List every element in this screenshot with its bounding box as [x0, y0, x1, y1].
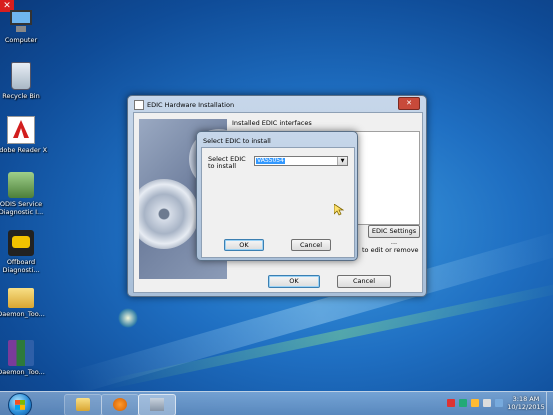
edic-app-icon — [150, 398, 164, 411]
clock[interactable]: 3:18 AM 10/12/2015 — [507, 395, 545, 411]
select-edic-label: Select EDIC to install — [208, 155, 246, 170]
folder-icon — [8, 288, 34, 308]
desktop-icon-label: Recycle Bin — [2, 92, 40, 100]
tray-app-icon[interactable] — [471, 399, 479, 407]
wallpaper-flare — [118, 308, 138, 328]
computer-icon — [8, 8, 34, 34]
desktop-icon-label: Computer — [4, 36, 38, 44]
windows-logo-icon — [15, 400, 25, 410]
hint-text: to edit or remove — [362, 246, 419, 254]
desktop-icon-daemon-archive[interactable]: Daemon_Too... — [0, 340, 50, 376]
taskbar-edic-button[interactable] — [138, 394, 176, 415]
system-tray — [447, 399, 507, 409]
edic-select[interactable]: VAS5054 ▼ — [254, 156, 348, 166]
chevron-down-icon[interactable]: ▼ — [337, 157, 347, 165]
app-icon — [134, 100, 144, 110]
dialog-cancel-button[interactable]: Cancel — [291, 239, 331, 251]
select-edic-dialog: Select EDIC to install Select EDIC to in… — [196, 131, 358, 261]
winrar-icon — [8, 340, 34, 366]
close-button[interactable]: ✕ — [398, 97, 420, 110]
dialog-title: Select EDIC to install — [203, 137, 271, 145]
tray-volume-icon[interactable] — [483, 399, 491, 407]
desktop-icon-daemon-folder[interactable]: Daemon_Too... — [0, 284, 50, 318]
recycle-bin-icon — [11, 62, 31, 90]
dialog-ok-button[interactable]: OK — [224, 239, 264, 251]
taskbar-media-player-button[interactable] — [101, 394, 139, 415]
clock-time: 3:18 AM — [512, 395, 540, 403]
edic-select-value: VAS5054 — [256, 157, 285, 164]
desktop-icon-odis[interactable]: ODIS Service Diagnostic I... — [0, 172, 50, 216]
desktop-icon-computer[interactable]: Computer — [0, 8, 50, 44]
tray-monitor-icon[interactable] — [495, 399, 503, 407]
start-button[interactable] — [2, 392, 36, 415]
desktop-icon-recycle-bin[interactable]: Recycle Bin — [0, 62, 50, 100]
ok-button[interactable]: OK — [268, 275, 320, 288]
desktop-icon-offboard-diagnostic[interactable]: Offboard Diagnosti... — [0, 230, 50, 274]
folder-icon — [76, 398, 90, 411]
desktop: ✕ Computer Recycle Bin Adobe Reader X OD… — [0, 0, 553, 415]
odis-icon — [8, 172, 34, 198]
desktop-icon-label: Offboard Diagnosti... — [2, 258, 40, 274]
edic-settings-button[interactable]: EDIC Settings ... — [368, 225, 420, 246]
taskbar: 3:18 AM 10/12/2015 — [0, 391, 553, 415]
mouse-cursor-icon — [334, 204, 344, 216]
taskbar-explorer-button[interactable] — [64, 394, 102, 415]
clock-date: 10/12/2015 — [507, 403, 545, 411]
cancel-button[interactable]: Cancel — [337, 275, 391, 288]
dialog-client: Select EDIC to install VAS5054 ▼ OK Canc… — [201, 147, 355, 258]
tray-flag-icon[interactable] — [447, 399, 455, 407]
desktop-icon-adobe-reader[interactable]: Adobe Reader X — [0, 116, 50, 154]
desktop-icon-label: Daemon_Too... — [0, 368, 45, 376]
media-player-icon — [113, 398, 127, 411]
desktop-icon-label: ODIS Service Diagnostic I... — [0, 200, 44, 216]
installed-interfaces-label: Installed EDIC interfaces — [232, 119, 312, 127]
desktop-icon-label: Daemon_Too... — [0, 310, 45, 318]
adobe-reader-icon — [7, 116, 35, 144]
obd-icon — [8, 230, 34, 256]
window-title: EDIC Hardware Installation — [134, 99, 396, 111]
show-desktop-button[interactable] — [546, 392, 553, 415]
desktop-icon-label: Adobe Reader X — [0, 146, 48, 154]
tray-network-icon[interactable] — [459, 399, 467, 407]
